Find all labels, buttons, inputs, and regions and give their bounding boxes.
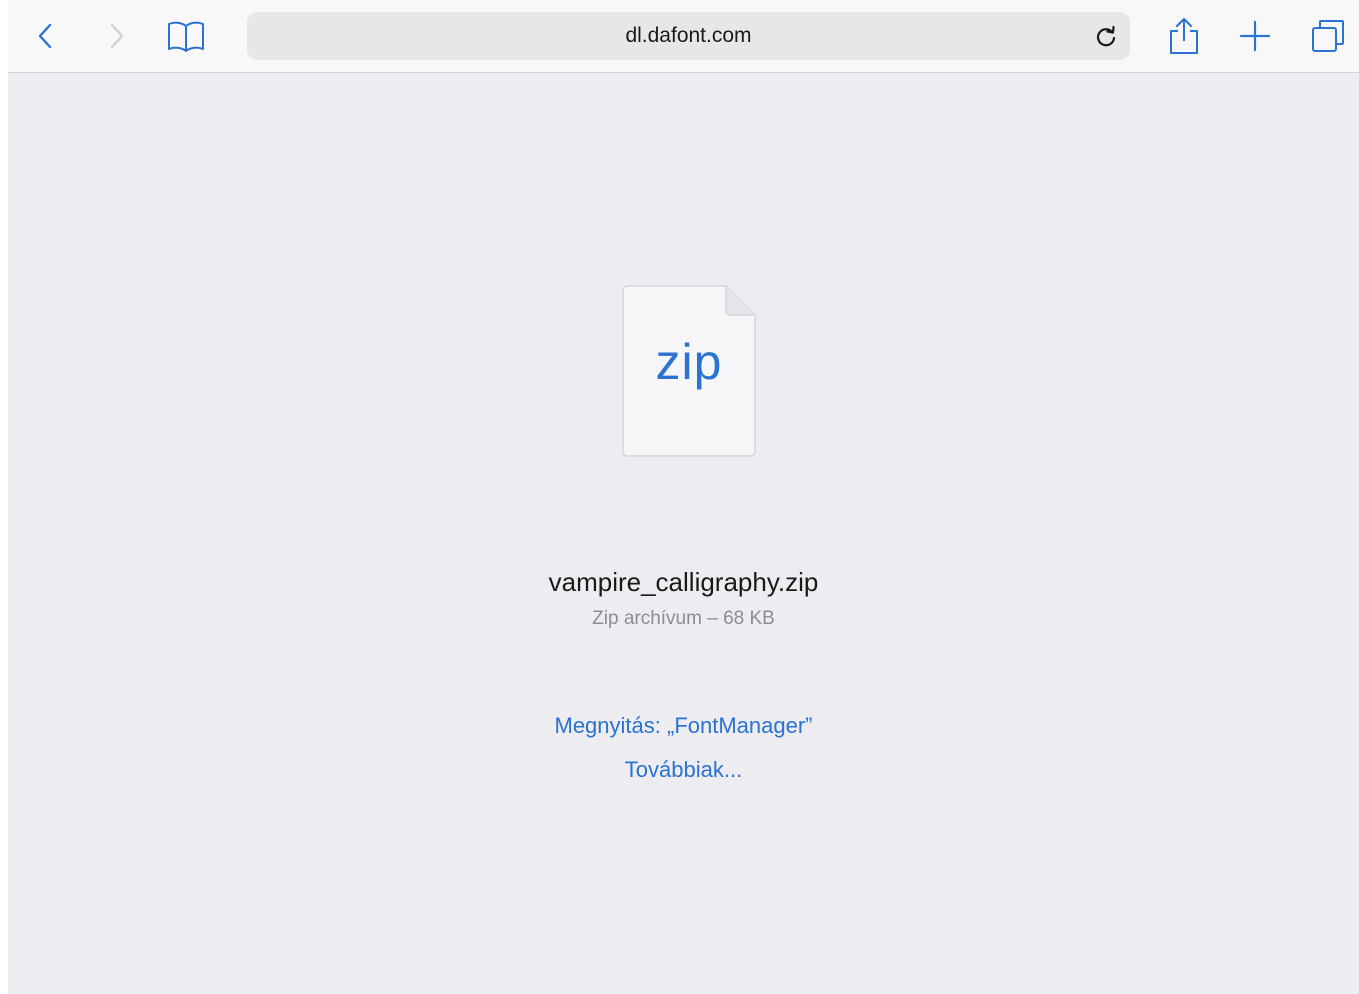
chevron-right-icon — [110, 23, 124, 49]
reload-icon — [1096, 25, 1116, 47]
address-bar[interactable]: dl.dafont.com — [247, 12, 1130, 60]
url-text: dl.dafont.com — [625, 24, 752, 47]
zip-file-icon: zip — [622, 285, 756, 457]
forward-button[interactable] — [96, 16, 136, 56]
chevron-left-icon — [38, 23, 52, 49]
plus-icon — [1239, 20, 1271, 52]
share-icon — [1170, 18, 1198, 54]
file-name: vampire_calligraphy.zip — [548, 567, 819, 597]
download-page: zip vampire_calligraphy.zip Zip archívum… — [8, 73, 1359, 994]
left-edge — [0, 0, 8, 994]
more-options-link[interactable]: Továbbiak... — [8, 757, 1359, 783]
share-button[interactable] — [1164, 16, 1204, 56]
file-meta: Zip archívum – 68 KB — [592, 608, 775, 629]
file-type-label: zip — [655, 334, 723, 390]
browser-toolbar: dl.dafont.com — [8, 0, 1359, 73]
reload-button[interactable] — [1088, 18, 1124, 54]
back-button[interactable] — [26, 16, 66, 56]
tabs-button[interactable] — [1308, 16, 1348, 56]
tabs-icon — [1312, 20, 1344, 52]
open-in-app-link[interactable]: Megnyitás: „FontManager” — [8, 713, 1359, 739]
book-icon — [168, 21, 204, 52]
bookmarks-button[interactable] — [166, 16, 206, 56]
new-tab-button[interactable] — [1235, 16, 1275, 56]
